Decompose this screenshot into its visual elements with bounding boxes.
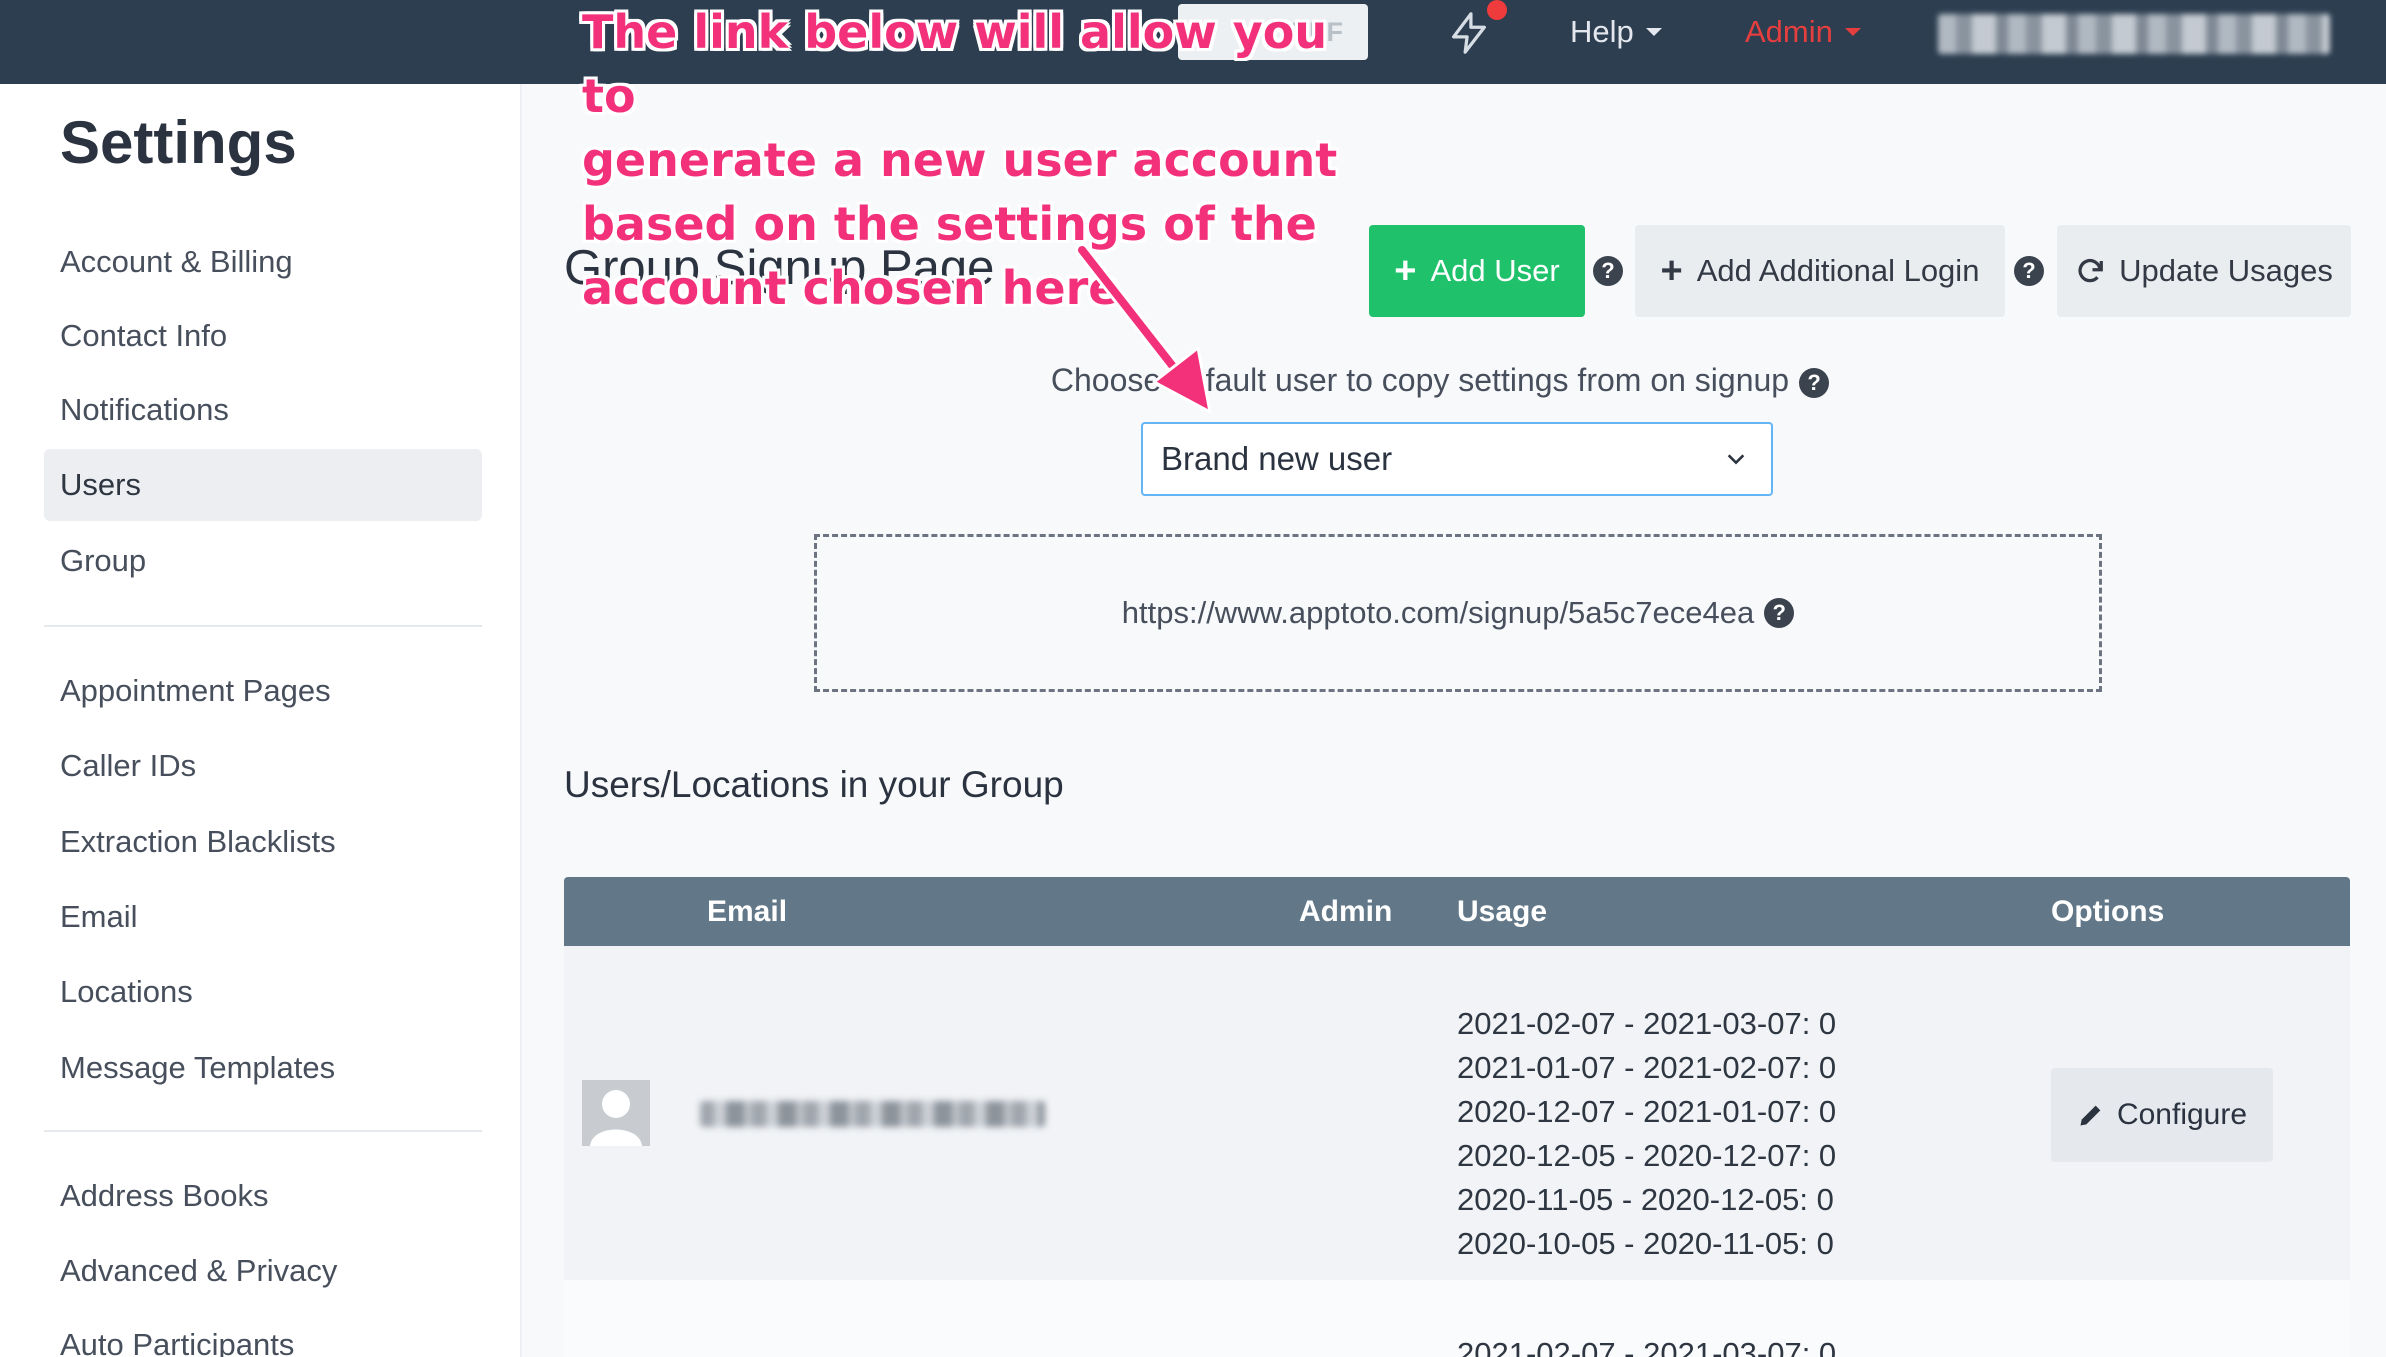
usage-line: 2021-02-07 - 2021-03-07: 0 [1457, 1336, 1837, 1357]
caret-down-icon [1844, 28, 1861, 36]
table-row: 2021-02-07 - 2021-03-07: 0 2021-01-07 - … [564, 946, 2350, 1280]
sidebar-item-notifications[interactable]: Notifications [44, 374, 482, 446]
configure-button[interactable]: Configure [2051, 1068, 2273, 1162]
add-user-label: Add User [1430, 253, 1560, 288]
sidebar-title: Settings [60, 109, 297, 176]
sidebar-divider [44, 1130, 482, 1132]
column-header-options: Options [2051, 895, 2165, 928]
sidebar-item-contact-info[interactable]: Contact Info [44, 300, 482, 372]
add-login-label: Add Additional Login [1696, 253, 1980, 288]
pencil-icon [2080, 1105, 2101, 1126]
sidebar-item-appointment-pages[interactable]: Appointment Pages [44, 655, 482, 727]
admin-menu[interactable]: Admin [1745, 12, 1861, 52]
plus-icon: + [1394, 250, 1417, 292]
plus-icon: + [1660, 250, 1683, 292]
sidebar-divider [44, 625, 482, 627]
help-label: Help [1570, 14, 1634, 49]
signup-url[interactable]: https://www.apptoto.com/signup/5a5c7ece4… [1122, 595, 1754, 631]
sidebar-item-email[interactable]: Email [44, 881, 482, 953]
help-menu[interactable]: Help [1570, 12, 1662, 52]
usage-line: 2021-02-07 - 2021-03-07: 0 [1457, 1006, 1837, 1041]
help-circle-icon[interactable]: ? [1593, 256, 1623, 286]
refresh-icon [2078, 259, 2104, 283]
sidebar-item-users[interactable]: Users [44, 449, 482, 521]
column-header-admin: Admin [1299, 895, 1393, 928]
table-row: 2021-02-07 - 2021-03-07: 0 [564, 1280, 2350, 1357]
sidebar-item-locations[interactable]: Locations [44, 956, 482, 1028]
user-account-menu[interactable] [1938, 14, 2330, 54]
configure-label: Configure [2116, 1098, 2248, 1131]
admin-label: Admin [1745, 14, 1833, 49]
usage-line: 2020-12-07 - 2021-01-07: 0 [1457, 1094, 1837, 1129]
sidebar-item-group[interactable]: Group [44, 525, 482, 597]
help-circle-icon[interactable]: ? [1764, 598, 1795, 628]
sidebar-item-address-books[interactable]: Address Books [44, 1160, 482, 1232]
sidebar-item-account-billing[interactable]: Account & Billing [44, 226, 482, 298]
sidebar-item-auto-participants[interactable]: Auto Participants [44, 1309, 482, 1357]
usage-line: 2020-11-05 - 2020-12-05: 0 [1457, 1182, 1834, 1217]
bolt-icon[interactable] [1446, 10, 1492, 56]
usage-line: 2020-12-05 - 2020-12-07: 0 [1457, 1138, 1837, 1173]
signup-link-box: https://www.apptoto.com/signup/5a5c7ece4… [814, 534, 2102, 692]
annotation-arrow-icon [1075, 243, 1212, 414]
user-silhouette-icon [590, 1090, 642, 1146]
default-user-select[interactable]: Brand new user [1141, 422, 1773, 496]
chevron-down-icon [1727, 454, 1745, 465]
update-usages-button[interactable]: Update Usages [2057, 225, 2351, 317]
usage-line: 2020-10-05 - 2020-11-05: 0 [1457, 1226, 1834, 1261]
settings-sidebar: Settings Account & Billing Contact Info … [0, 84, 522, 1357]
sidebar-item-advanced-privacy[interactable]: Advanced & Privacy [44, 1235, 482, 1307]
user-email-redacted [700, 1101, 1045, 1127]
help-circle-icon[interactable]: ? [1799, 367, 1830, 398]
column-header-email: Email [707, 895, 788, 928]
default-user-select-value: Brand new user [1161, 440, 1393, 477]
users-table-header: Email Admin Usage Options [564, 877, 2350, 946]
sidebar-item-message-templates[interactable]: Message Templates [44, 1032, 482, 1104]
usage-line: 2021-01-07 - 2021-02-07: 0 [1457, 1050, 1837, 1085]
notification-dot [1487, 0, 1507, 20]
help-circle-icon[interactable]: ? [2014, 256, 2044, 286]
caret-down-icon [1645, 28, 1662, 36]
add-additional-login-button[interactable]: + Add Additional Login [1635, 225, 2005, 317]
update-usages-label: Update Usages [2119, 253, 2333, 288]
sidebar-item-extraction-blacklists[interactable]: Extraction Blacklists [44, 806, 482, 878]
add-user-button[interactable]: + Add User [1369, 225, 1585, 317]
sidebar-item-caller-ids[interactable]: Caller IDs [44, 730, 482, 802]
group-users-section-title: Users/Locations in your Group [564, 764, 1064, 805]
avatar [582, 1080, 650, 1146]
column-header-usage: Usage [1457, 895, 1548, 928]
